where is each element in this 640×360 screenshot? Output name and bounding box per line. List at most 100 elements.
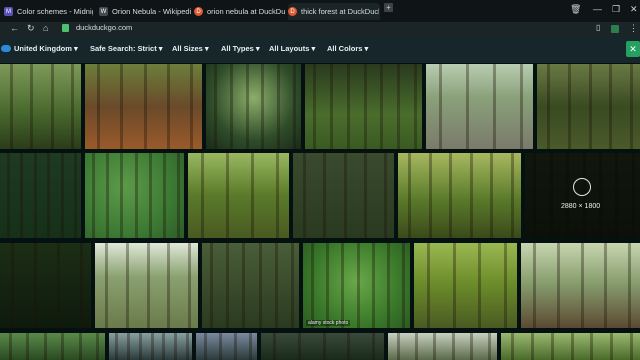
tree-trunk	[51, 64, 54, 149]
image-result[interactable]	[388, 333, 497, 360]
image-result[interactable]	[414, 243, 517, 328]
tree-trunk	[10, 64, 13, 149]
tree-trunk	[20, 153, 23, 238]
image-result[interactable]	[305, 64, 422, 149]
tree-trunk	[590, 333, 593, 360]
tree-trunk	[630, 64, 633, 149]
tab-title: orion nebula at DuckDuckGo	[207, 7, 285, 16]
tab-color-schemes[interactable]: M Color schemes - Midnight Lizard	[4, 3, 96, 20]
close-window-button[interactable]: ✕	[630, 4, 638, 15]
tree-trunk	[7, 153, 10, 238]
close-filters-button[interactable]: ✕	[626, 41, 640, 57]
tree-trunk	[364, 153, 367, 238]
tree-trunk	[30, 64, 33, 149]
image-result[interactable]	[0, 64, 81, 149]
tree-trunk	[275, 243, 278, 328]
image-result[interactable]	[95, 243, 198, 328]
tree-trunk	[387, 243, 390, 328]
image-result[interactable]: alamy stock photo	[303, 243, 410, 328]
tree-trunk	[372, 333, 375, 360]
tree-trunk	[127, 333, 130, 360]
home-button[interactable]: ⌂	[43, 23, 48, 33]
image-result[interactable]	[196, 333, 257, 360]
tree-trunk	[364, 64, 367, 149]
tree-trunk	[429, 153, 432, 238]
tree-trunk	[427, 243, 430, 328]
tab-title: thick forest at DuckDuckGo	[301, 7, 379, 16]
tree-trunk	[511, 333, 514, 360]
tree-trunk	[276, 153, 279, 238]
tree-trunk	[397, 64, 400, 149]
new-tab-button[interactable]: +	[384, 3, 393, 12]
size-filter[interactable]: All Sizes ▾	[172, 44, 209, 53]
address-bar[interactable]: duckduckgo.com	[76, 23, 132, 32]
image-result[interactable]: 2880 × 1800	[525, 153, 640, 238]
tree-trunk	[34, 243, 37, 328]
image-result[interactable]	[202, 243, 299, 328]
extension-icon[interactable]	[611, 25, 619, 33]
maximize-button[interactable]: ❐	[612, 4, 620, 15]
tree-trunk	[303, 153, 306, 238]
region-toggle[interactable]	[1, 45, 11, 52]
tree-trunk	[341, 243, 344, 328]
image-result[interactable]	[85, 64, 202, 149]
tree-trunk	[277, 64, 280, 149]
type-filter[interactable]: All Types ▾	[221, 44, 260, 53]
reload-button[interactable]: ↻	[27, 23, 35, 34]
tree-trunk	[323, 333, 326, 360]
trash-icon[interactable]: 🗑	[570, 4, 581, 15]
minimize-button[interactable]: —	[593, 4, 602, 14]
tree-trunk	[167, 243, 170, 328]
image-result[interactable]	[109, 333, 192, 360]
tree-trunk	[149, 153, 152, 238]
tree-trunk	[313, 64, 316, 149]
image-dimensions: 2880 × 1800	[561, 203, 601, 210]
tree-trunk	[323, 153, 326, 238]
image-results-grid: 2880 × 1800 alamy stock photo	[0, 63, 640, 360]
image-result[interactable]	[537, 64, 640, 149]
safe-search-filter[interactable]: Safe Search: Strict ▾	[90, 44, 163, 53]
tree-trunk	[609, 64, 612, 149]
image-result[interactable]	[398, 153, 521, 238]
tree-trunk	[414, 64, 417, 149]
tree-trunk	[92, 153, 95, 238]
tab-orion-wikipedia[interactable]: W Orion Nebula - Wikipedia	[99, 3, 191, 20]
image-result[interactable]	[0, 153, 81, 238]
tree-trunk	[234, 333, 237, 360]
tree-trunk	[126, 243, 129, 328]
color-filter[interactable]: All Colors ▾	[327, 44, 368, 53]
secure-lock-icon	[62, 24, 69, 32]
image-result[interactable]	[85, 153, 184, 238]
tab-orion-duckduckgo[interactable]: D orion nebula at DuckDuckGo	[194, 3, 286, 20]
image-result[interactable]	[261, 333, 384, 360]
image-result[interactable]	[0, 333, 105, 360]
menu-icon[interactable]: ⋮	[629, 23, 638, 34]
image-result[interactable]	[0, 243, 91, 328]
layout-filter[interactable]: All Layouts ▾	[269, 44, 315, 53]
image-result[interactable]	[293, 153, 394, 238]
tree-trunk	[298, 333, 301, 360]
tree-trunk	[151, 333, 154, 360]
cursor-icon	[573, 178, 591, 196]
tab-thick-forest[interactable]: D thick forest at DuckDuckGo	[288, 3, 380, 20]
navigation-bar: ← ↻ ⌂ duckduckgo.com ▯ ⋮	[0, 22, 640, 36]
tree-trunk	[384, 153, 387, 238]
tree-trunk	[97, 64, 100, 149]
image-result[interactable]	[521, 243, 640, 328]
tree-trunk	[61, 153, 64, 238]
image-result[interactable]	[426, 64, 533, 149]
tree-trunk	[357, 243, 360, 328]
tree-trunk	[466, 64, 469, 149]
region-filter[interactable]: United Kingdom ▾	[14, 44, 78, 53]
tree-trunk	[630, 333, 633, 360]
tree-trunk	[214, 64, 217, 149]
tree-trunk	[452, 333, 455, 360]
image-result[interactable]	[206, 64, 301, 149]
image-result[interactable]	[501, 333, 640, 360]
back-button[interactable]: ←	[10, 23, 19, 33]
tree-trunk	[380, 64, 383, 149]
tree-trunk	[71, 64, 74, 149]
image-result[interactable]	[188, 153, 289, 238]
tree-trunk	[61, 333, 64, 360]
bookmark-icon[interactable]: ▯	[596, 23, 600, 32]
